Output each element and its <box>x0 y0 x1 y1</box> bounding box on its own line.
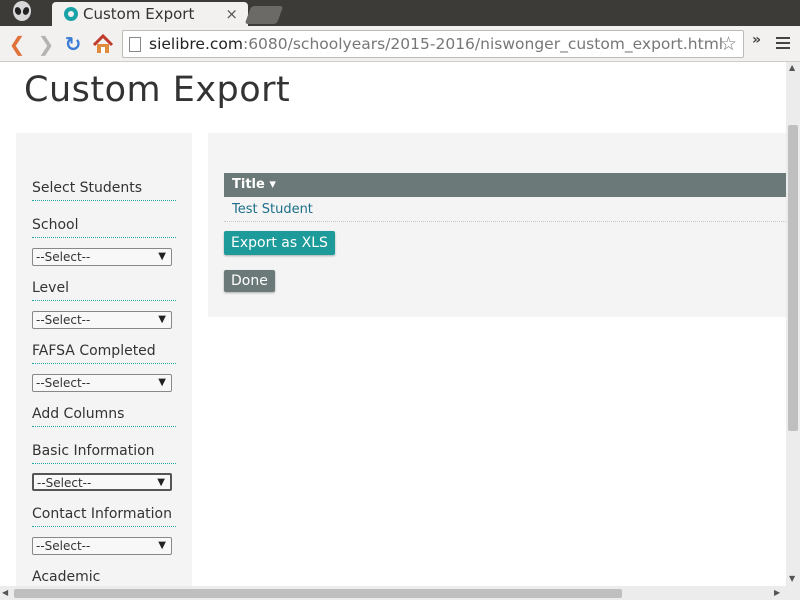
browser-tab-bar: Custom Export × <box>0 0 800 26</box>
school-select-value: --Select-- <box>36 250 91 264</box>
forward-arrow-icon[interactable]: ❯ <box>35 33 57 55</box>
new-tab-button[interactable] <box>244 6 284 24</box>
filter-sidebar: Select Students School --Select-- ▼ Leve… <box>16 133 192 586</box>
address-bar[interactable]: sielibre.com:6080/schoolyears/2015-2016/… <box>122 30 744 58</box>
page-content: Custom Export Select Students School --S… <box>0 62 786 586</box>
alien-logo-icon <box>13 1 31 21</box>
title-column-header[interactable]: Title ▾ <box>224 173 786 197</box>
contact-information-select[interactable]: --Select-- ▼ <box>32 537 172 555</box>
fafsa-select-value: --Select-- <box>36 376 91 390</box>
horizontal-scroll-thumb[interactable] <box>14 589 622 598</box>
school-label: School <box>32 217 176 238</box>
select-students-heading: Select Students <box>32 180 176 201</box>
tab-close-icon[interactable]: × <box>225 5 238 23</box>
results-table: Title ▾ Test Student <box>224 173 786 222</box>
bookmark-star-icon[interactable]: ☆ <box>720 33 737 55</box>
home-icon[interactable] <box>92 33 114 55</box>
reload-icon[interactable]: ↻ <box>62 33 84 55</box>
back-arrow-icon[interactable]: ❮ <box>6 33 28 55</box>
url-path: :6080/schoolyears/2015-2016/niswonger_cu… <box>242 35 724 53</box>
table-row[interactable]: Test Student <box>224 197 786 222</box>
basic-information-select-value: --Select-- <box>37 476 92 490</box>
contact-information-select-value: --Select-- <box>36 539 91 553</box>
fafsa-select[interactable]: --Select-- ▼ <box>32 374 172 392</box>
add-columns-heading: Add Columns <box>32 406 176 427</box>
level-label: Level <box>32 280 176 301</box>
contact-information-label: Contact Information <box>32 506 176 527</box>
level-select[interactable]: --Select-- ▼ <box>32 311 172 329</box>
done-button[interactable]: Done <box>224 270 275 292</box>
school-select[interactable]: --Select-- ▼ <box>32 248 172 266</box>
level-select-value: --Select-- <box>36 313 91 327</box>
scroll-down-icon[interactable]: ▼ <box>789 574 795 583</box>
chevron-down-icon: ▼ <box>158 251 166 262</box>
scroll-right-icon[interactable]: ▶ <box>774 588 780 597</box>
basic-information-select[interactable]: --Select-- ▼ <box>32 473 172 491</box>
url-text[interactable]: sielibre.com:6080/schoolyears/2015-2016/… <box>149 35 723 53</box>
browser-toolbar: ❮ ❯ ↻ sielibre.com:6080/schoolyears/2015… <box>0 26 800 62</box>
page-title: Custom Export <box>24 70 291 110</box>
chevron-down-icon: ▼ <box>158 314 166 325</box>
vertical-scroll-thumb[interactable] <box>788 125 798 431</box>
chevron-down-icon: ▼ <box>157 477 165 488</box>
extensions-overflow-icon[interactable]: » <box>752 32 761 48</box>
basic-information-label: Basic Information <box>32 443 176 464</box>
scroll-up-icon[interactable]: ▲ <box>789 63 795 72</box>
scroll-left-icon[interactable]: ◀ <box>2 588 8 597</box>
page-icon <box>129 37 141 52</box>
site-favicon-icon <box>64 7 78 21</box>
chevron-down-icon: ▼ <box>158 377 166 388</box>
url-host: sielibre.com <box>149 35 243 53</box>
horizontal-scrollbar[interactable]: ◀ ▶ <box>0 586 786 600</box>
browser-tab-active[interactable]: Custom Export × <box>52 2 248 26</box>
chevron-down-icon: ▼ <box>158 540 166 551</box>
browser-menu-icon[interactable] <box>776 37 790 52</box>
fafsa-label: FAFSA Completed <box>32 343 176 364</box>
academic-label: Academic <box>32 569 101 585</box>
vertical-scrollbar[interactable]: ▲ ▼ <box>786 62 800 586</box>
export-xls-button[interactable]: Export as XLS <box>224 231 335 255</box>
export-panel: Title ▾ Test Student Export as XLS Done <box>208 133 786 317</box>
scrollbar-corner <box>786 586 800 600</box>
tab-title: Custom Export <box>83 5 195 23</box>
